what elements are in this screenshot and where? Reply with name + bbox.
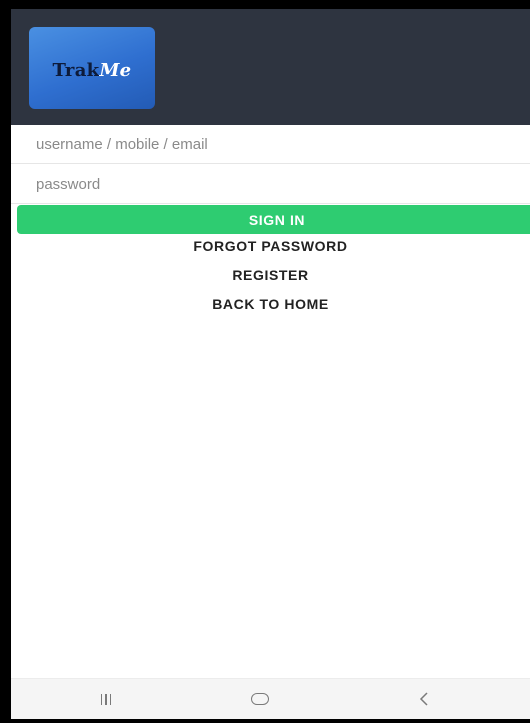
logo-text: TrakMe xyxy=(53,60,132,81)
username-field-row xyxy=(11,126,530,164)
back-button[interactable] xyxy=(409,679,439,719)
back-icon xyxy=(419,692,428,706)
recents-icon xyxy=(100,693,112,705)
register-link[interactable]: REGISTER xyxy=(11,267,530,283)
sign-in-button[interactable]: SIGN IN xyxy=(17,205,530,234)
login-screen: TrakMe SIGN IN FORGOT PASSWORD REGISTER … xyxy=(11,9,530,719)
password-field-row xyxy=(11,166,530,204)
back-to-home-link[interactable]: BACK TO HOME xyxy=(11,296,530,312)
device-frame: TrakMe SIGN IN FORGOT PASSWORD REGISTER … xyxy=(0,0,530,723)
app-header: TrakMe xyxy=(11,9,530,125)
home-button[interactable] xyxy=(243,679,277,719)
recents-button[interactable] xyxy=(91,679,121,719)
home-icon xyxy=(251,693,269,705)
logo-suffix: Me xyxy=(99,59,132,81)
logo-prefix: Trak xyxy=(52,59,100,81)
username-input[interactable] xyxy=(11,126,530,163)
system-navigation-bar xyxy=(11,678,530,719)
forgot-password-link[interactable]: FORGOT PASSWORD xyxy=(11,238,530,254)
password-input[interactable] xyxy=(11,166,530,203)
trakme-logo: TrakMe xyxy=(29,27,155,109)
